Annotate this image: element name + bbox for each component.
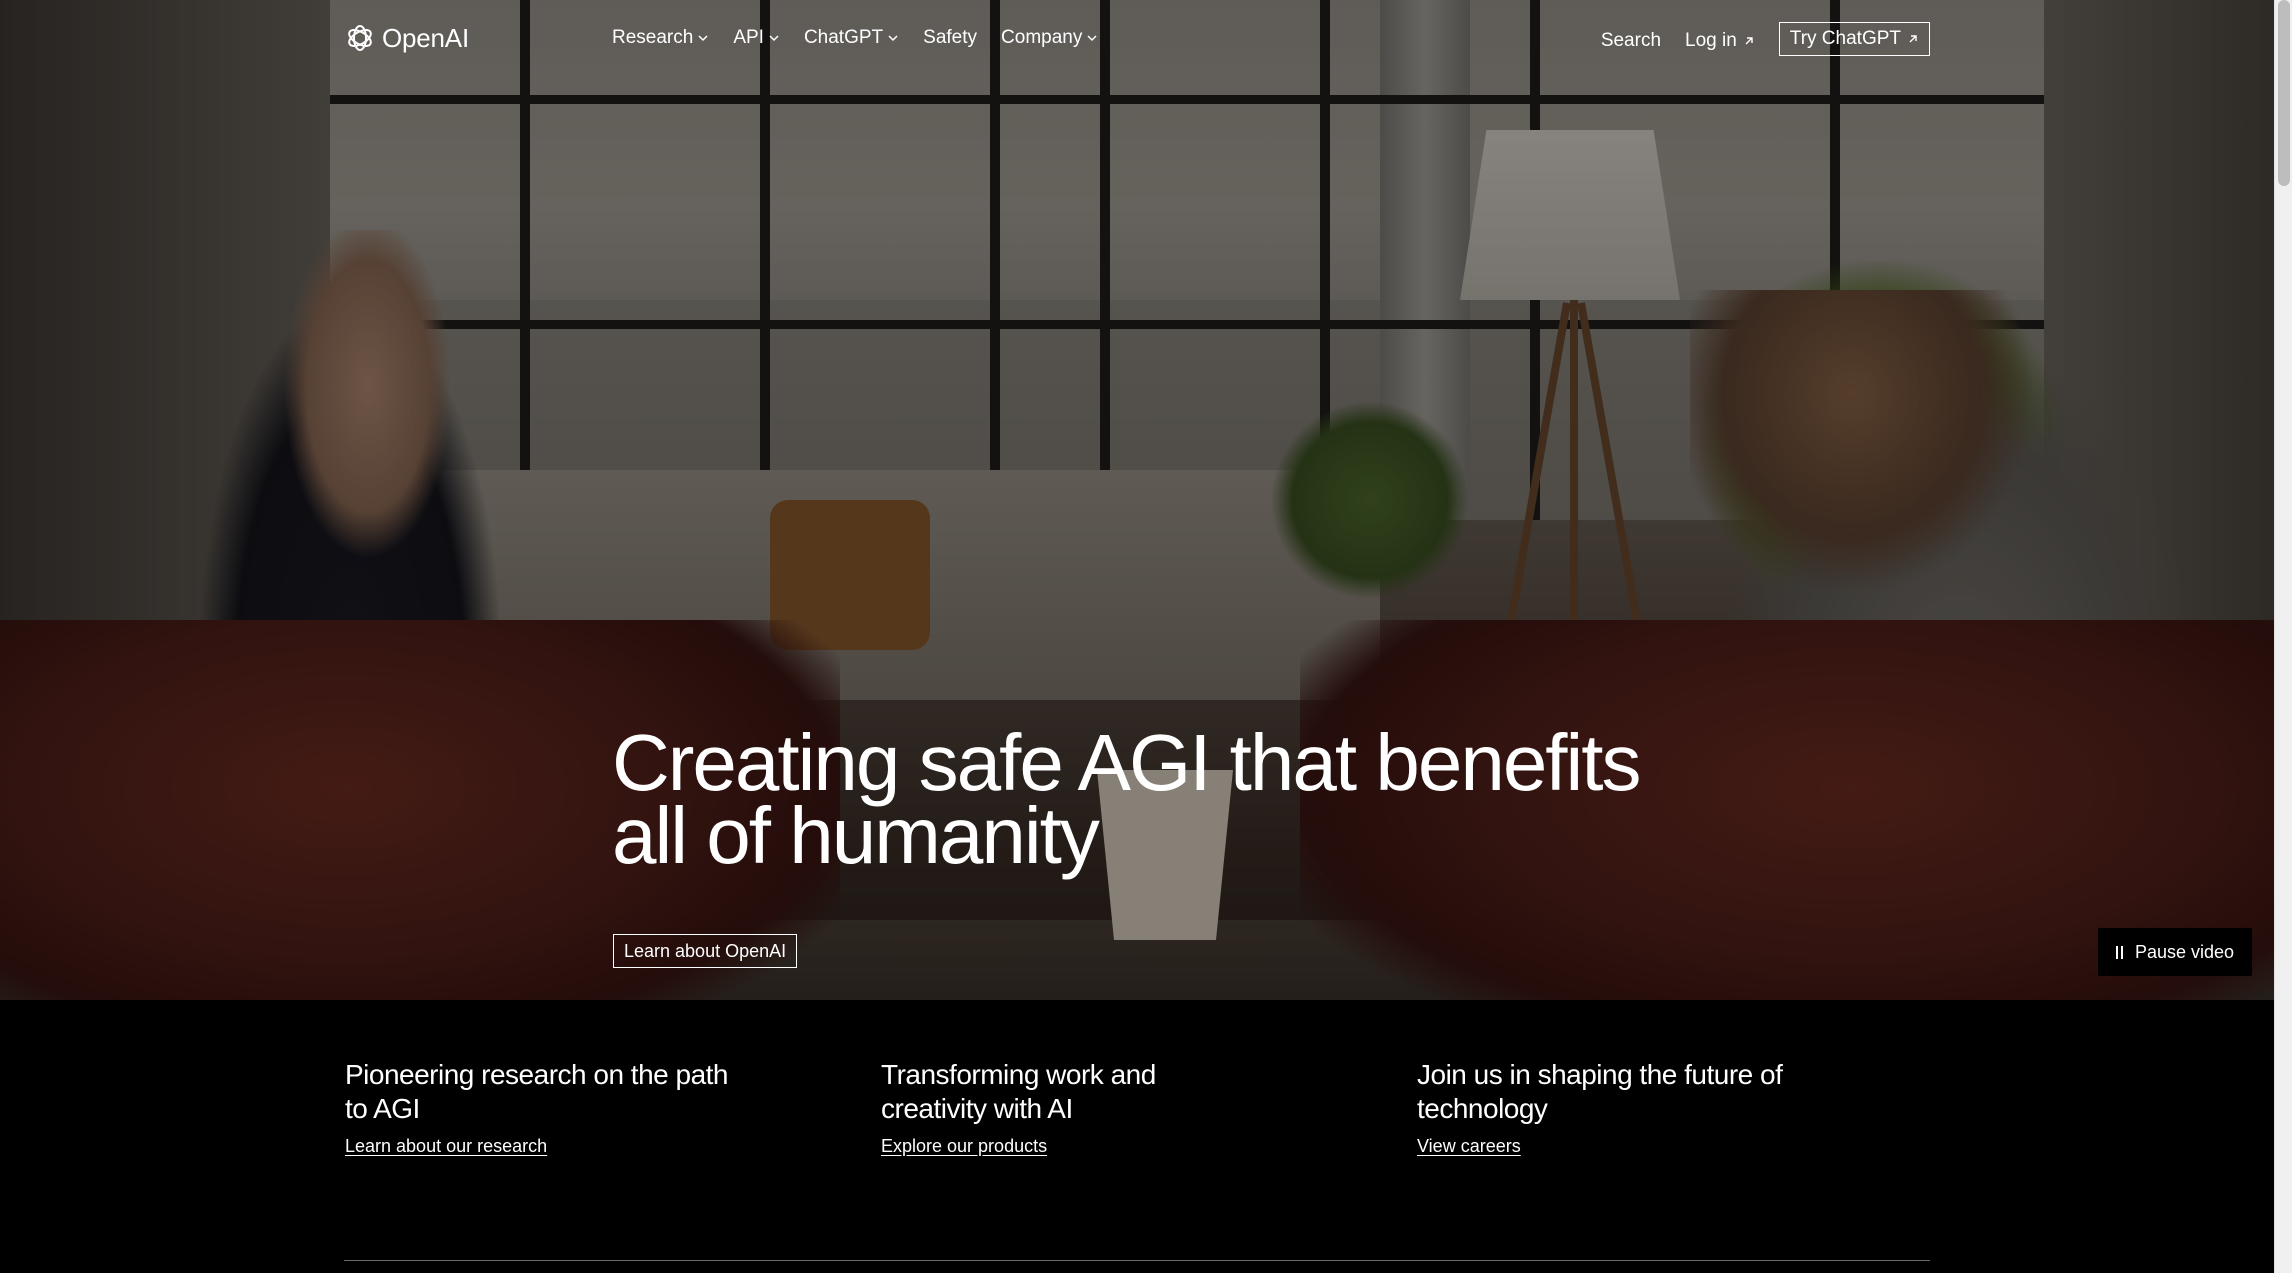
feature-heading: Pioneering research on the path to AGI: [345, 1059, 729, 1124]
explore-products-link[interactable]: Explore our products: [881, 1136, 1047, 1157]
page-scrollbar[interactable]: [2274, 0, 2292, 1273]
arrow-up-right-icon: [1745, 37, 1753, 45]
try-chatgpt-label: Try ChatGPT: [1789, 28, 1901, 49]
feature-careers: Join us in shaping the future of technol…: [1417, 1058, 1817, 1157]
chevron-down-icon: [888, 35, 898, 42]
openai-knot-icon: [348, 25, 372, 51]
nav-chatgpt[interactable]: ChatGPT: [804, 27, 899, 49]
pause-icon: [2115, 945, 2123, 959]
nav-label: Safety: [923, 27, 978, 48]
pause-video-button[interactable]: Pause video: [2098, 928, 2252, 976]
nav-safety[interactable]: Safety: [923, 27, 977, 49]
learn-about-openai-button[interactable]: Learn about OpenAI: [613, 934, 798, 968]
scrollbar-thumb[interactable]: [2278, 0, 2290, 186]
logo[interactable]: OpenAI: [344, 22, 469, 54]
feature-heading: Join us in shaping the future of technol…: [1417, 1059, 1783, 1124]
page: OpenAI Research API ChatGPT Safety Compa…: [0, 0, 2274, 1273]
arrow-up-right-icon: [1909, 35, 1917, 43]
features-section: Pioneering research on the path to AGI L…: [0, 1000, 2274, 1273]
view-careers-link[interactable]: View careers: [1417, 1136, 1521, 1157]
nav-company[interactable]: Company: [1001, 27, 1098, 49]
main-menu: Research API ChatGPT Safety Company: [612, 27, 1098, 49]
login-link[interactable]: Log in: [1685, 30, 1755, 52]
try-chatgpt-button[interactable]: Try ChatGPT: [1778, 22, 1930, 56]
nav-label: API: [733, 27, 764, 48]
nav-api[interactable]: API: [733, 27, 780, 49]
nav-label: ChatGPT: [803, 27, 884, 48]
chevron-down-icon: [698, 35, 708, 42]
hero-title: Creating safe AGI that benefits all of h…: [612, 718, 1642, 880]
nav-label: Research: [612, 27, 694, 48]
search-link[interactable]: Search: [1601, 30, 1661, 52]
nav-label: Company: [1001, 27, 1083, 48]
top-nav: OpenAI Research API ChatGPT Safety Compa…: [0, 0, 2274, 80]
feature-products: Transforming work and creativity with AI…: [881, 1058, 1281, 1157]
logo-text: OpenAI: [382, 22, 469, 53]
section-divider: [344, 1260, 1930, 1261]
feature-heading: Transforming work and creativity with AI: [881, 1059, 1156, 1124]
pause-video-label: Pause video: [2134, 941, 2235, 962]
nav-research[interactable]: Research: [612, 27, 709, 49]
nav-actions: Search Log in Try ChatGPT: [1601, 22, 1930, 56]
feature-research: Pioneering research on the path to AGI L…: [345, 1058, 745, 1157]
learn-research-link[interactable]: Learn about our research: [345, 1136, 547, 1157]
login-label: Log in: [1685, 30, 1737, 51]
chevron-down-icon: [1087, 35, 1097, 42]
chevron-down-icon: [769, 35, 779, 42]
